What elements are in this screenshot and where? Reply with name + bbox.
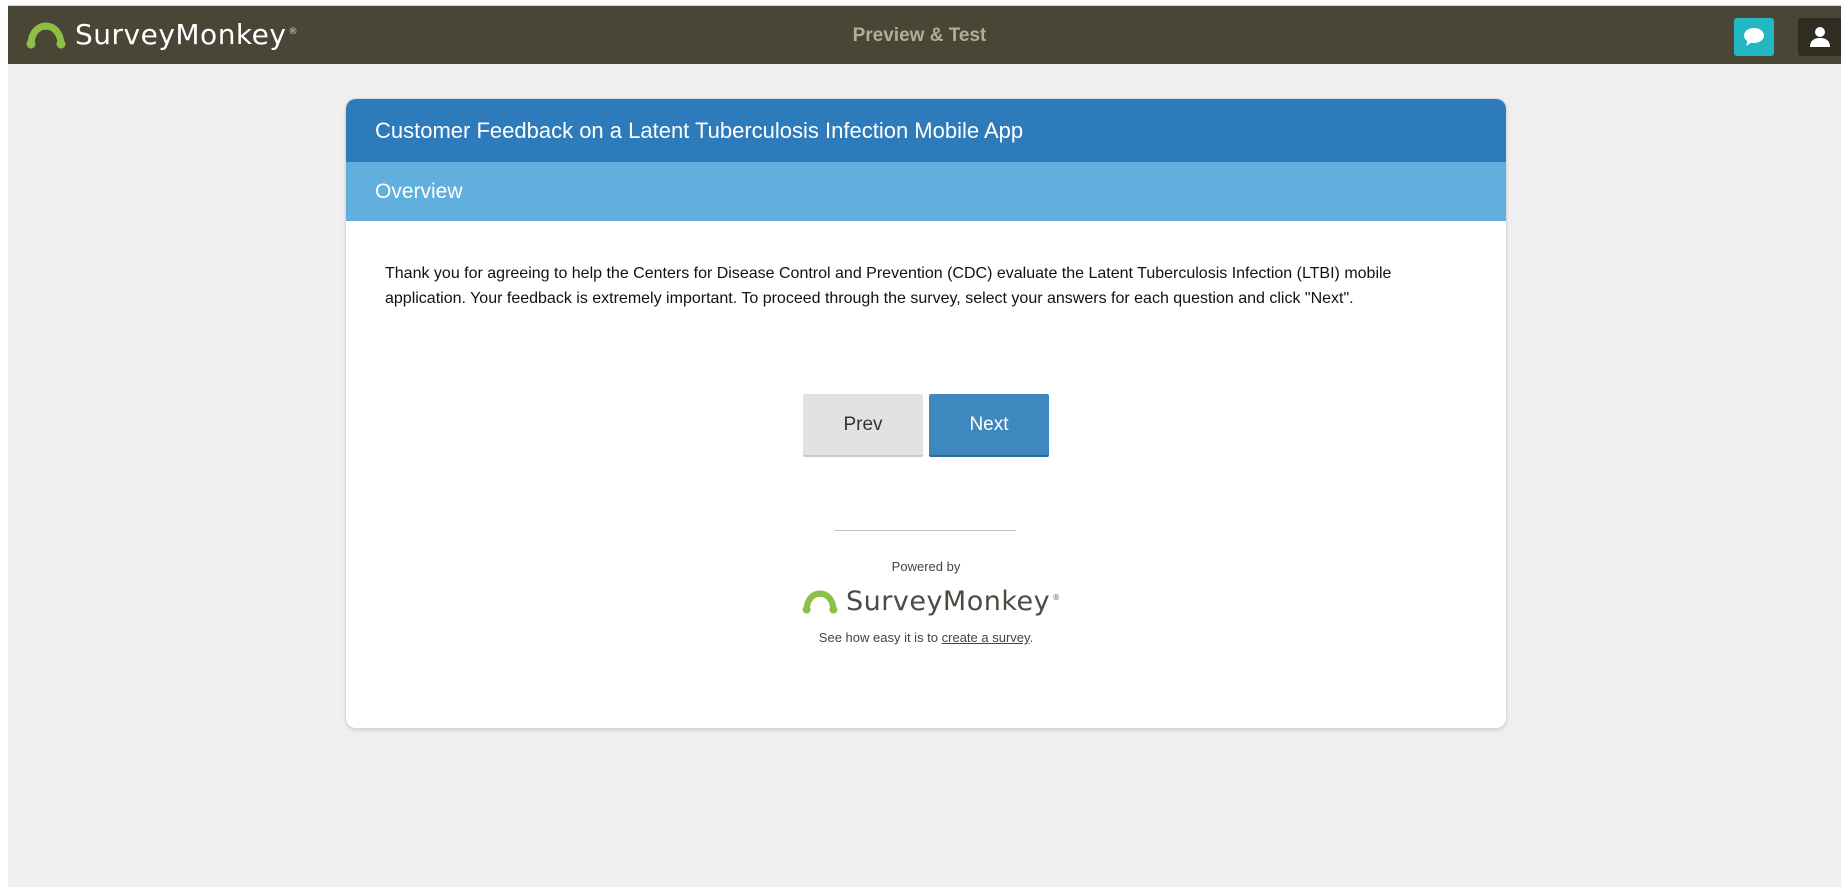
- footer-brand-logo[interactable]: SurveyMonkey ®: [802, 584, 1061, 618]
- survey-card: Customer Feedback on a Latent Tuberculos…: [346, 99, 1506, 728]
- survey-title: Customer Feedback on a Latent Tuberculos…: [346, 99, 1506, 162]
- prev-button[interactable]: Prev: [803, 394, 923, 455]
- intro-text: Thank you for agreeing to help the Cente…: [385, 265, 1392, 307]
- see-line-period: .: [1029, 630, 1034, 645]
- window-left-edge: [0, 5, 8, 887]
- powered-by-label: Powered by: [891, 559, 961, 574]
- page-title: Overview: [346, 162, 1506, 221]
- preview-test-title: Preview & Test: [852, 25, 987, 46]
- see-how-easy-text: See how easy it is to: [818, 630, 942, 645]
- user-account-button[interactable]: [1798, 18, 1841, 56]
- create-survey-link[interactable]: create a survey: [942, 630, 1030, 645]
- surveymonkey-logo-icon: [802, 589, 838, 614]
- top-bar: SurveyMonkey ® Preview & Test: [8, 5, 1841, 64]
- footer-brand-name: SurveyMonkey ®: [846, 585, 1061, 617]
- next-button[interactable]: Next: [929, 394, 1049, 455]
- footer-divider: [835, 530, 1016, 531]
- chat-bubble-icon: [1744, 28, 1764, 46]
- user-icon: [1809, 27, 1830, 47]
- create-survey-line: See how easy it is to create a survey.: [346, 630, 1506, 645]
- survey-preview-area: Customer Feedback on a Latent Tuberculos…: [8, 64, 1841, 887]
- chat-button[interactable]: [1734, 18, 1774, 56]
